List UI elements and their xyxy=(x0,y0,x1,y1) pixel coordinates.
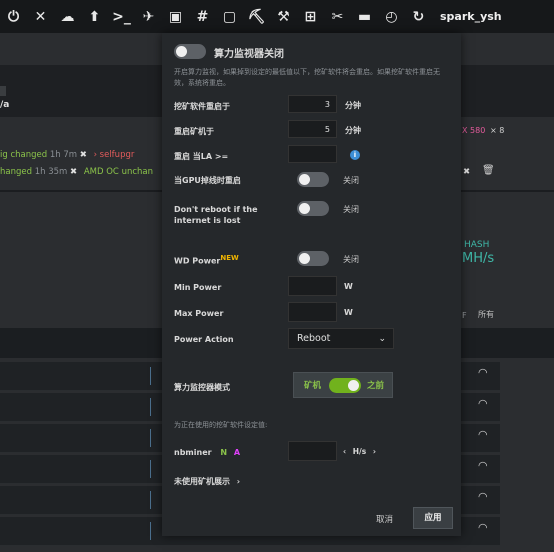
rig-status-fragment: /a xyxy=(0,100,10,110)
dismiss-log-1-icon[interactable]: ✖ xyxy=(80,150,87,160)
chevron-right-icon: › xyxy=(236,477,241,486)
top-toolbar: ⏻ ✕ ☁ ⬆ >_ ✈ ▣ # ▢ ⛏ ⚒ ⊞ ✂ ▬ ◴ ↻ spark_y… xyxy=(0,0,554,33)
log-line-1: ig changed 1h 7m ✖ › selfupgr xyxy=(0,150,135,160)
min-power-unit: W xyxy=(344,282,353,291)
pickaxe-icon[interactable]: ⛏ xyxy=(243,0,270,33)
gpu-model-fragment: X 580 xyxy=(462,126,486,135)
miner-row: nbminer N A xyxy=(174,448,241,457)
watchdog-mode-switch[interactable]: 矿机 之前 xyxy=(293,372,393,398)
wd-power-toggle[interactable] xyxy=(297,251,329,266)
restart-miner-input[interactable]: 3 xyxy=(288,95,337,113)
rocket-icon[interactable]: ✈ xyxy=(135,0,162,33)
close-icon[interactable]: ✖ xyxy=(463,167,470,177)
mode-toggle[interactable] xyxy=(329,378,361,393)
cancel-button[interactable]: 取消 xyxy=(376,513,393,525)
mode-rig-option[interactable]: 矿机 xyxy=(304,379,321,391)
amd-tag: A xyxy=(233,448,241,457)
minus-square-icon[interactable]: ▬ xyxy=(351,0,378,33)
wd-power-state: 关闭 xyxy=(343,255,359,264)
unused-miners-toggle[interactable]: 未使用矿机展示 › xyxy=(174,476,240,487)
gpu-lost-reboot-state: 关闭 xyxy=(343,176,359,185)
upload-icon[interactable]: ⬆ xyxy=(81,0,108,33)
reboot-rig-input[interactable]: 5 xyxy=(288,120,337,138)
watchdog-description: 开启算力监视，如果掉到设定的最低值以下，挖矿软件将会重启。如果挖矿软件重启无效，… xyxy=(174,68,440,87)
reboot-la-input[interactable] xyxy=(288,145,337,163)
gpu-lost-reboot-toggle[interactable] xyxy=(297,172,329,187)
power-icon[interactable]: ⏻ xyxy=(0,0,27,33)
rig-tag xyxy=(0,86,6,96)
gauge-icon[interactable]: ◠ xyxy=(478,397,488,410)
refresh-icon[interactable]: ↻ xyxy=(405,0,432,33)
trash-icon[interactable]: 🗑 xyxy=(482,165,495,176)
no-internet-reboot-state: 关闭 xyxy=(343,205,359,214)
fan-bar xyxy=(150,429,151,447)
fan-bar xyxy=(150,460,151,478)
fan-bar xyxy=(150,522,151,540)
gpu-lost-reboot-label: 当GPU掉线时重启 xyxy=(174,176,241,185)
column-f: F xyxy=(462,311,467,320)
column-mine-filter[interactable]: 所有 xyxy=(478,309,494,320)
username[interactable]: spark_ysh xyxy=(440,10,502,23)
hashrate-watchdog-dialog: 算力监视器关闭 开启算力监视，如果掉到设定的最低值以下，挖矿软件将会重启。如果挖… xyxy=(162,33,461,536)
tools-icon[interactable]: ✕ xyxy=(27,0,54,33)
apply-button[interactable]: 应用 xyxy=(413,507,453,529)
watchdog-enable-toggle[interactable] xyxy=(174,44,206,59)
reboot-la-label: 重启 当LA >= xyxy=(174,152,229,161)
restart-miner-label: 挖矿软件重启于 xyxy=(174,102,230,111)
hash-unit: MH/s xyxy=(462,251,495,266)
no-internet-reboot-label: Don't reboot if the internet is lost xyxy=(174,205,258,225)
gauge-icon[interactable]: ◠ xyxy=(478,490,488,503)
gauge-icon[interactable]: ◠ xyxy=(478,366,488,379)
reboot-rig-unit: 分钟 xyxy=(345,126,361,135)
hash-label: HASH xyxy=(464,240,490,250)
no-internet-reboot-toggle[interactable] xyxy=(297,201,329,216)
new-badge: NEW xyxy=(220,254,239,262)
max-power-input[interactable] xyxy=(288,302,337,322)
wrench-icon[interactable]: ✂ xyxy=(324,0,351,33)
hashrate-unit-selector[interactable]: ‹ H/s › xyxy=(343,447,376,456)
info-icon[interactable]: i xyxy=(350,150,360,160)
max-power-label: Max Power xyxy=(174,309,224,318)
grid-icon[interactable]: ⚒ xyxy=(270,0,297,33)
gauge-icon[interactable]: ◠ xyxy=(478,521,488,534)
min-power-label: Min Power xyxy=(174,283,222,292)
power-action-label: Power Action xyxy=(174,335,234,344)
gallery-icon[interactable]: ⊞ xyxy=(297,0,324,33)
reboot-rig-label: 重启矿机于 xyxy=(174,127,214,136)
set-value-description: 为正在使用的挖矿软件设定值: xyxy=(174,421,268,429)
next-unit-icon[interactable]: › xyxy=(373,447,376,456)
max-power-unit: W xyxy=(344,308,353,317)
timer-icon[interactable]: ◴ xyxy=(378,0,405,33)
chevron-down-icon: ⌄ xyxy=(378,334,386,344)
prev-unit-icon[interactable]: ‹ xyxy=(343,447,346,456)
miner-hashrate-input[interactable] xyxy=(288,441,337,461)
dialog-title: 算力监视器关闭 xyxy=(214,49,284,60)
console-icon[interactable]: ▢ xyxy=(216,0,243,33)
dismiss-log-2-icon[interactable]: ✖ xyxy=(70,167,77,177)
terminal-icon[interactable]: >_ xyxy=(108,0,135,33)
restart-miner-unit: 分钟 xyxy=(345,101,361,110)
hash-icon[interactable]: # xyxy=(189,0,216,33)
gpu-count: × 8 xyxy=(490,126,505,135)
mode-previous-option[interactable]: 之前 xyxy=(367,379,384,391)
fan-bar xyxy=(150,398,151,416)
wd-power-label: WD PowerNEW xyxy=(174,254,239,266)
image-icon[interactable]: ▣ xyxy=(162,0,189,33)
watchdog-mode-label: 算力监控器模式 xyxy=(174,383,230,392)
gauge-icon[interactable]: ◠ xyxy=(478,459,488,472)
nvidia-tag: N xyxy=(220,448,228,457)
gauge-icon[interactable]: ◠ xyxy=(478,428,488,441)
fan-bar xyxy=(150,491,151,509)
log-line-2: hanged 1h 35m ✖ AMD OC unchan xyxy=(0,167,153,177)
min-power-input[interactable] xyxy=(288,276,337,296)
fan-bar xyxy=(150,367,151,385)
cloud-icon[interactable]: ☁ xyxy=(54,0,81,33)
power-action-select[interactable]: Reboot ⌄ xyxy=(288,328,394,349)
